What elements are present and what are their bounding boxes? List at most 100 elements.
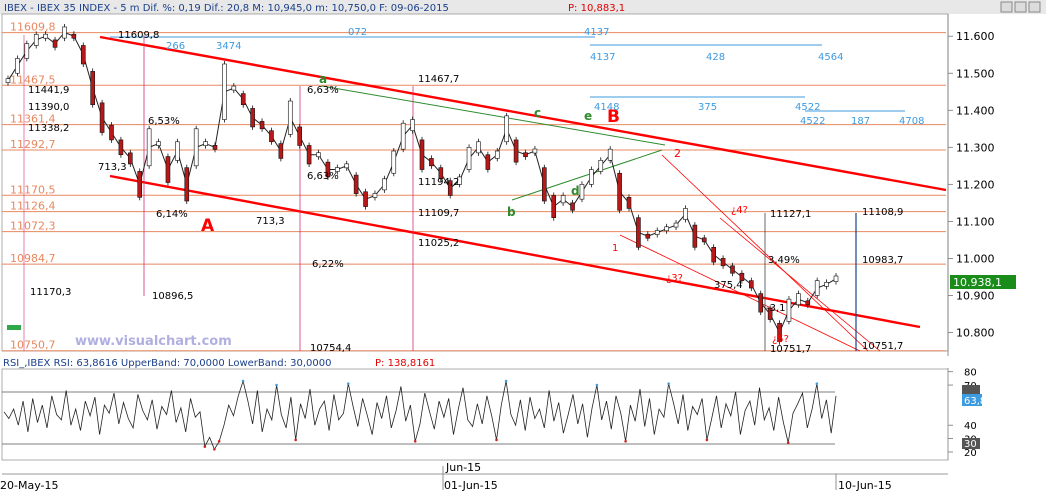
candle-85 — [805, 300, 811, 306]
candle-74 — [701, 237, 707, 243]
rsi-oversold-point-86 — [413, 439, 417, 443]
x-axis-label-1: 20-May-15 — [0, 479, 58, 492]
rsi-oversold-point-44 — [213, 447, 216, 451]
level-label-6: 11072,3 — [10, 220, 56, 233]
candle-8 — [80, 45, 86, 65]
candle-15 — [146, 128, 152, 167]
level-label-7: 10984,7 — [10, 252, 56, 265]
candle-39 — [372, 193, 378, 198]
candle-60 — [570, 202, 575, 211]
rsi-oversold-point-130 — [624, 439, 627, 443]
candle-57 — [542, 167, 547, 202]
projection-label-12: 187 — [851, 116, 870, 127]
annotation-pct-3: 6,63% — [307, 171, 339, 182]
candle-71 — [673, 222, 679, 228]
candle-79 — [749, 280, 754, 289]
candle-49 — [466, 147, 472, 170]
candle-27 — [259, 121, 265, 130]
level-label-4: 11170,5 — [10, 183, 56, 196]
candle-17 — [165, 156, 171, 183]
candle-63 — [598, 159, 604, 172]
chart-header-price: P: 10,883,1 — [568, 3, 625, 14]
candle-21 — [203, 141, 208, 146]
wave-label-a: a — [319, 72, 327, 86]
candle-70 — [664, 226, 669, 232]
annotation-level-8: 10754,4 — [310, 343, 351, 354]
candle-2 — [24, 43, 30, 59]
candle-12 — [118, 139, 124, 156]
candle-65 — [617, 172, 622, 211]
candle-87 — [824, 282, 829, 287]
rsi-overbought-point-72 — [346, 382, 350, 386]
y-tick-label-7: 10.900 — [956, 289, 995, 302]
candle-4 — [43, 33, 48, 39]
annotation-level-1: 11609,8 — [118, 30, 159, 41]
candle-43 — [410, 119, 415, 131]
annotation-level-15: 10751,7 — [770, 344, 811, 355]
candle-14 — [137, 171, 143, 198]
wave-label-b: b — [507, 205, 516, 219]
annotation-level-13: 11108,9 — [862, 207, 903, 218]
candle-18 — [175, 141, 180, 161]
wave-label-c: c — [534, 106, 541, 120]
wave-label-e: e — [584, 109, 592, 123]
y-tick-label-1: 11.500 — [956, 67, 995, 80]
candle-64 — [607, 148, 613, 161]
candle-67 — [636, 217, 641, 248]
candle-83 — [786, 298, 792, 322]
candle-76 — [720, 258, 726, 267]
candle-28 — [269, 130, 274, 143]
annotation-level-11: 11025,2 — [418, 238, 459, 249]
candle-0 — [5, 78, 11, 83]
candle-69 — [654, 230, 660, 235]
projection-label-11: 4522 — [800, 116, 825, 127]
wave-label-4: ¿4? — [731, 205, 748, 216]
projection-label-13: 4708 — [899, 116, 924, 127]
level-label-3: 11292,7 — [10, 138, 56, 151]
rsi-overbought-point-124 — [595, 383, 599, 387]
level-label-5: 11126,4 — [10, 200, 56, 213]
annotation-level-6: 11170,3 — [30, 287, 71, 298]
window-button-maximize[interactable] — [1014, 1, 1027, 13]
candle-3 — [33, 34, 39, 46]
rsi-tick-label-0: 80 — [964, 368, 977, 379]
candle-1 — [15, 58, 20, 74]
rsi-oversold-point-147 — [705, 438, 709, 442]
candle-38 — [363, 191, 368, 207]
volume-icon — [7, 325, 21, 330]
annotation-pct-2: 6,63% — [307, 85, 339, 96]
candle-73 — [692, 224, 698, 248]
candle-16 — [156, 141, 161, 146]
candle-26 — [250, 108, 255, 128]
wave-label-2: 2 — [674, 147, 681, 160]
candle-37 — [353, 174, 359, 194]
annotation-level-2: 11441,9 — [28, 85, 69, 96]
y-tick-label-8: 10.800 — [956, 326, 995, 339]
candle-56 — [532, 148, 538, 154]
candle-29 — [278, 143, 284, 159]
candle-77 — [730, 265, 735, 274]
y-tick-label-5: 11.100 — [956, 215, 995, 228]
annotation-level-7: 10896,5 — [152, 291, 193, 302]
rsi-oversold-point-103 — [495, 438, 498, 442]
rsi-overbought-point-50 — [241, 379, 245, 383]
rsi-oversold-point-42 — [203, 445, 207, 448]
rsi-lower-badge: 30 — [964, 439, 977, 450]
candle-10 — [99, 102, 105, 133]
annotation-level-16: 10751,7 — [862, 341, 903, 352]
y-tick-label-0: 11.600 — [956, 30, 995, 43]
chart-header: IBEX - IBEX 35 INDEX - 5 m Dif. %: 0,19 … — [4, 3, 449, 14]
rsi-overbought-point-170 — [815, 382, 819, 386]
annotation-level-9: 11194,2 — [418, 177, 459, 188]
last-price-badge: 10.938,1 — [950, 275, 1016, 289]
candle-75 — [711, 247, 716, 263]
rsi-overbought-point-105 — [504, 379, 508, 383]
candle-55 — [523, 152, 528, 158]
rsi-oversold-point-45 — [217, 439, 221, 443]
window-button-close[interactable] — [1028, 1, 1041, 13]
annotation-level-12: 11127,1 — [770, 209, 811, 220]
window-button-minimize[interactable] — [1000, 1, 1013, 13]
wave-label-B: B — [607, 107, 620, 127]
rsi-overbought-point-139 — [667, 382, 670, 386]
candle-9 — [90, 71, 95, 106]
